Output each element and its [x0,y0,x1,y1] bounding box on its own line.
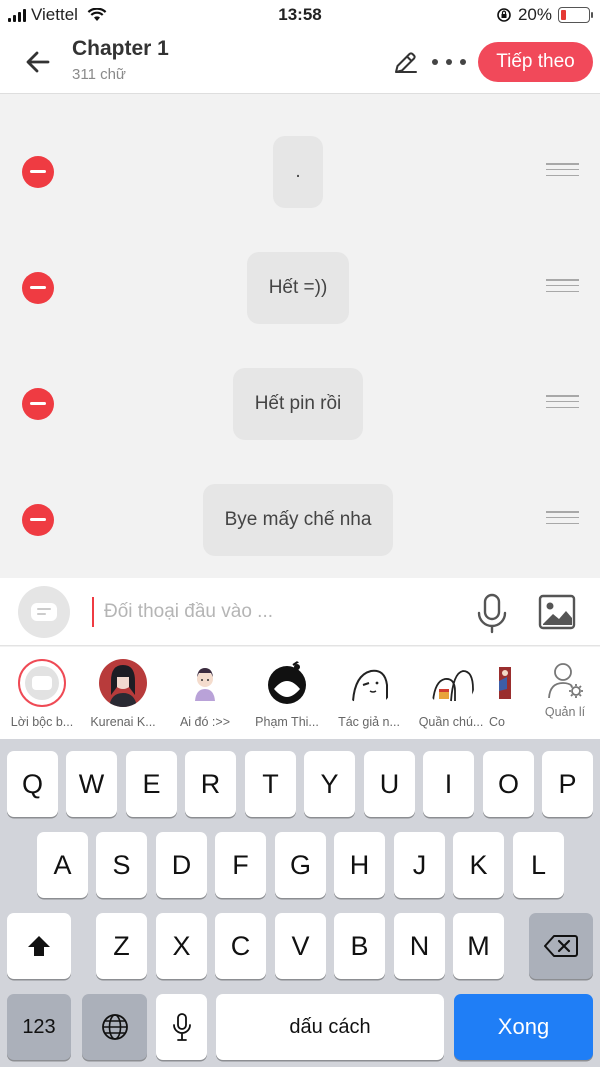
globe-key[interactable] [82,994,147,1060]
narrator-toggle-button[interactable] [18,586,70,638]
message-bubble[interactable]: Hết pin rồi [232,368,364,440]
status-right: 20% [496,5,593,25]
on-screen-keyboard: Q W E R T Y U I O P A S D F G H J K L Z … [0,739,600,1067]
character-label: Phạm Thi... [255,715,319,729]
battery-icon [558,7,593,23]
pencil-icon[interactable] [390,48,420,78]
key-y[interactable]: Y [304,751,355,817]
manage-label: Quản lí [544,705,586,719]
shift-key[interactable] [7,913,71,979]
key-s[interactable]: S [96,832,147,898]
character-label: Kurenai K... [90,715,156,729]
text-caret [92,597,94,627]
microphone-icon [172,1013,191,1041]
key-h[interactable]: H [334,832,385,898]
key-n[interactable]: N [394,913,445,979]
avatar [263,659,311,707]
key-w[interactable]: W [66,751,117,817]
key-l[interactable]: L [513,832,564,898]
key-z[interactable]: Z [96,913,147,979]
character-label: Tác giả n... [338,715,400,729]
editor-header: Chapter 1 311 chữ Tiếp theo [0,30,600,94]
message-list: . Hết =)) Hết pin rồi Bye mấy chế nha [0,95,600,578]
shift-arrow-icon [28,936,50,956]
status-bar: Viettel 13:58 20% [0,0,600,30]
globe-icon [101,1014,128,1040]
key-f[interactable]: F [215,832,266,898]
rotation-lock-icon [497,8,511,22]
dictation-key[interactable] [156,994,207,1060]
drag-handle-icon[interactable] [546,395,579,408]
key-j[interactable]: J [394,832,445,898]
character-label: Co [489,715,505,729]
remove-message-button[interactable] [22,504,54,536]
back-arrow-icon[interactable] [20,44,56,80]
key-r[interactable]: R [185,751,236,817]
key-g[interactable]: G [275,832,326,898]
space-key[interactable]: dấu cách [216,994,444,1060]
message-bubble[interactable]: . [273,136,323,208]
chapter-title: Chapter 1 [72,37,169,60]
key-b[interactable]: B [334,913,385,979]
drag-handle-icon[interactable] [546,511,579,524]
key-d[interactable]: D [156,832,207,898]
remove-message-button[interactable] [22,388,54,420]
key-u[interactable]: U [364,751,415,817]
manage-characters-button[interactable]: Quản lí [536,661,594,721]
key-q[interactable]: Q [7,751,58,817]
key-e[interactable]: E [126,751,177,817]
backspace-icon [544,935,578,957]
avatar [181,659,229,707]
message-bubble[interactable]: Bye mấy chế nha [202,484,394,556]
key-a[interactable]: A [37,832,88,898]
remove-message-button[interactable] [22,272,54,304]
message-row: Bye mấy chế nha [0,484,600,556]
key-o[interactable]: O [483,751,534,817]
battery-percent: 20% [517,5,552,24]
remove-message-button[interactable] [22,156,54,188]
key-t[interactable]: T [245,751,296,817]
more-options-icon[interactable] [432,50,466,74]
message-row: Hết pin rồi [0,368,600,440]
character-item[interactable]: Phạm Thi... [246,659,328,739]
dialogue-input[interactable] [104,596,454,628]
character-label: Ai đó :>> [179,715,231,729]
done-key[interactable]: Xong [454,994,593,1060]
user-settings-icon [548,663,583,699]
drag-handle-icon[interactable] [546,279,579,292]
character-strip: Lời bộc b... Kurenai K... Ai đó :>> Phạm… [0,647,600,739]
avatar [345,659,393,707]
word-count: 311 chữ [72,66,126,83]
message-bubble[interactable]: Hết =)) [246,252,350,324]
backspace-key[interactable] [529,913,593,979]
character-item[interactable]: Ai đó :>> [164,659,246,739]
key-c[interactable]: C [215,913,266,979]
key-p[interactable]: P [542,751,593,817]
message-row: Hết =)) [0,252,600,324]
microphone-icon[interactable] [474,592,510,634]
character-item[interactable]: Kurenai K... [82,659,164,739]
character-label: Lời bộc b... [10,715,74,729]
dialogue-input-bar [0,578,600,646]
drag-handle-icon[interactable] [546,163,579,176]
character-item[interactable]: Co [480,659,514,739]
character-item[interactable]: Tác giả n... [328,659,410,739]
avatar [485,659,514,707]
image-icon[interactable] [538,594,576,630]
character-narrator[interactable]: Lời bộc b... [1,659,83,739]
numbers-key[interactable]: 123 [7,994,71,1060]
message-row: . [0,136,600,208]
avatar [99,659,147,707]
key-k[interactable]: K [453,832,504,898]
key-v[interactable]: V [275,913,326,979]
battery-level [561,10,567,20]
avatar [427,659,475,707]
next-button[interactable]: Tiếp theo [478,42,593,82]
chat-bubble-icon [31,603,57,621]
key-x[interactable]: X [156,913,207,979]
key-i[interactable]: I [423,751,474,817]
key-m[interactable]: M [453,913,504,979]
avatar [18,659,66,707]
